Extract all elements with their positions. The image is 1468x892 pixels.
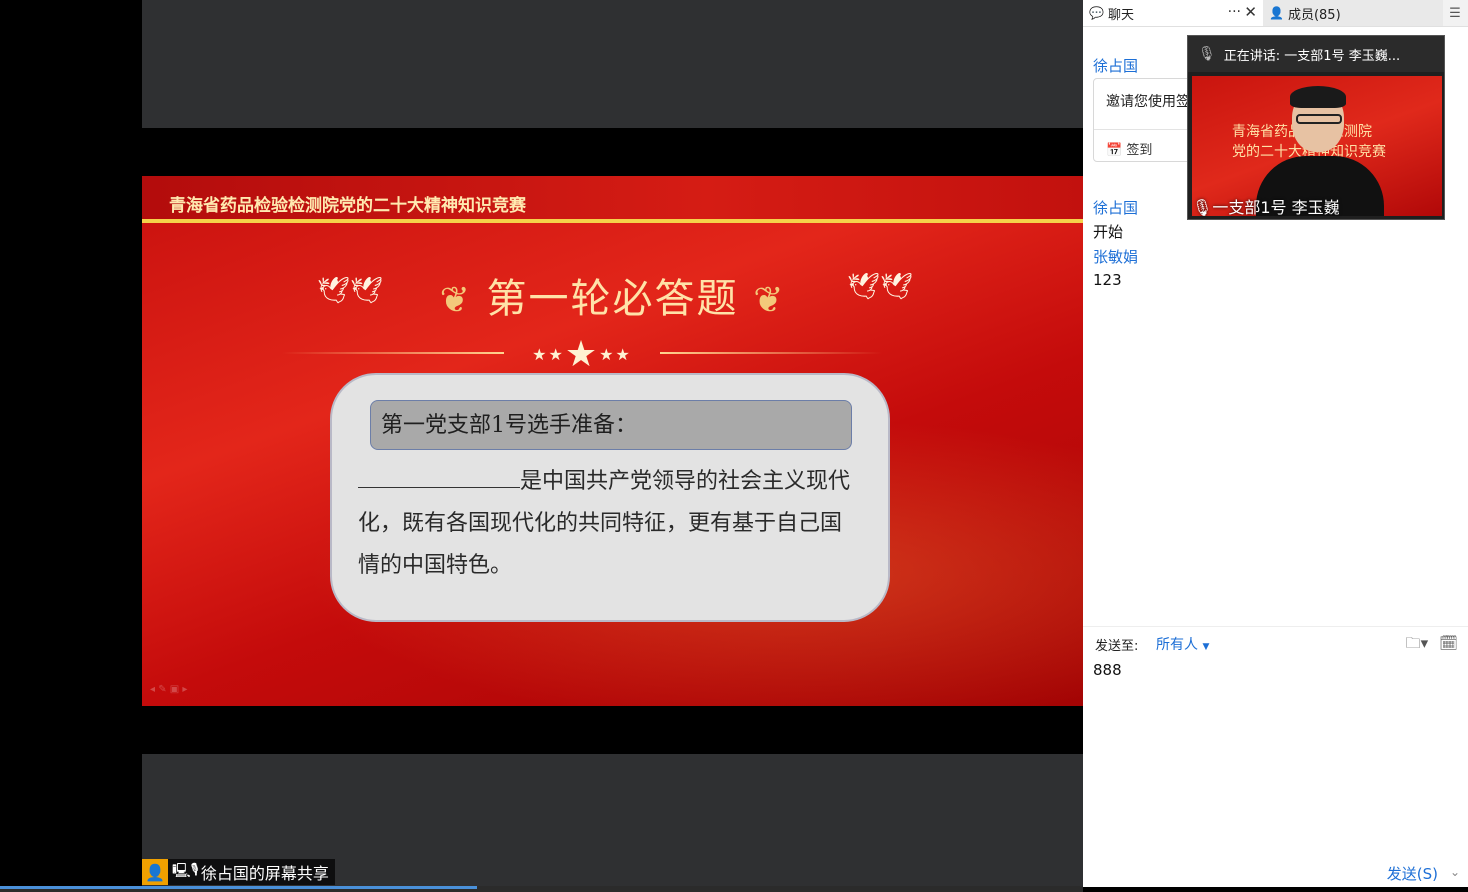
- person-icon: 👤: [1269, 6, 1284, 20]
- chat-sender[interactable]: 徐占国: [1093, 197, 1138, 218]
- more-icon[interactable]: ···: [1228, 4, 1241, 20]
- panel-tabs: 💬 聊天 ··· ✕ 👤 成员(85) ☰: [1083, 0, 1468, 27]
- send-options-chevron-icon[interactable]: ⌄: [1450, 865, 1460, 879]
- tab-members-label: 成员(85): [1287, 7, 1341, 23]
- chat-message: 开始: [1093, 223, 1124, 241]
- chat-icon: 💬: [1089, 6, 1104, 20]
- signin-label: 签到: [1126, 143, 1153, 158]
- divider-right: [660, 352, 882, 354]
- send-to-value: 所有人: [1156, 637, 1198, 653]
- message-composer: 发送至: 所有人 ▼ 🗀▾ 🗓 888 发送(S) ⌄: [1083, 626, 1468, 887]
- tab-chat[interactable]: 💬 聊天 ··· ✕: [1083, 0, 1263, 26]
- person-hair: [1290, 86, 1346, 108]
- round-title: 第一轮必答题: [486, 276, 739, 322]
- video-name-text: 一支部1号 李玉巍: [1212, 198, 1340, 217]
- send-to-select[interactable]: 所有人 ▼: [1156, 634, 1209, 654]
- signin-button[interactable]: 📅 签到: [1106, 139, 1152, 158]
- question-card: 第一党支部1号选手准备： 是中国共产党领导的社会主义现代化，既有各国现代化的共同…: [330, 373, 890, 622]
- laurel-left-icon: ❦: [439, 280, 472, 321]
- chevron-down-icon: ▼: [1202, 642, 1210, 652]
- composer-tools: 🗀▾ 🗓: [1406, 633, 1458, 658]
- slide-toolbar-icons[interactable]: ◂ ✎ ▣ ▸: [150, 684, 187, 695]
- person-glasses: [1296, 114, 1342, 124]
- presentation-slide: 青海省药品检验检测院党的二十大精神知识竞赛 🕊🕊 🕊🕊 ❦ 第一轮必答题 ❦ ★…: [142, 176, 1083, 706]
- chat-sender[interactable]: 徐占国: [1093, 55, 1138, 76]
- invite-text: 邀请您使用签: [1106, 94, 1190, 110]
- bottom-progress-fill: [0, 886, 477, 889]
- question-text-block: 是中国共产党领导的社会主义现代化，既有各国现代化的共同特征，更有基于自己国情的中…: [358, 461, 858, 587]
- laurel-right-icon: ❦: [753, 280, 786, 321]
- panel-menu-icon[interactable]: ☰: [1442, 0, 1468, 26]
- video-participant-name: 🎙一支部1号 李玉巍: [1192, 198, 1340, 217]
- chat-message: 123: [1093, 271, 1122, 289]
- send-to-label: 发送至:: [1095, 639, 1139, 654]
- tab-chat-label: 聊天: [1107, 7, 1134, 23]
- speaking-indicator: 正在讲话: 一支部1号 李玉巍...: [1223, 48, 1401, 64]
- speaker-video-window[interactable]: 🎙 正在讲话: 一支部1号 李玉巍... 青海省药品检验检测院 党的二十大精神知…: [1187, 35, 1445, 220]
- share-label-bar: 👤 🖳🎙 徐占国的屏幕共享: [142, 859, 335, 885]
- share-label: 徐占国的屏幕共享: [200, 864, 329, 883]
- mic-muted-icon: 🎙: [1198, 46, 1216, 62]
- chat-sender[interactable]: 张敏娟: [1093, 246, 1138, 267]
- bottom-progress-track: [0, 886, 1083, 892]
- calendar-check-icon: 📅: [1106, 143, 1123, 158]
- message-input[interactable]: 888: [1093, 661, 1122, 679]
- video-header: 🎙 正在讲话: 一支部1号 李玉巍...: [1188, 36, 1444, 72]
- round-title-row: ❦ 第一轮必答题 ❦: [142, 266, 1083, 324]
- right-panel: 💬 聊天 ··· ✕ 👤 成员(85) ☰ 徐占国 邀请您使用签 📅 签到 徐占…: [1083, 0, 1468, 887]
- send-button[interactable]: 发送(S): [1387, 863, 1438, 884]
- folder-icon[interactable]: 🗀▾: [1406, 634, 1429, 652]
- screenshot-icon[interactable]: 🗓: [1439, 634, 1458, 652]
- slide-header-title: 青海省药品检验检测院党的二十大精神知识竞赛: [169, 196, 526, 216]
- user-avatar-icon: 👤: [142, 859, 168, 885]
- answer-blank: [358, 463, 520, 488]
- screen-share-area[interactable]: 青海省药品检验检测院党的二十大精神知识竞赛 🕊🕊 🕊🕊 ❦ 第一轮必答题 ❦ ★…: [142, 0, 1083, 892]
- divider-left: [282, 352, 504, 354]
- slide-header-gold-line: [142, 219, 1083, 223]
- close-icon[interactable]: ✕: [1244, 3, 1257, 21]
- tab-members[interactable]: 👤 成员(85): [1263, 0, 1443, 26]
- left-black-strip: [0, 0, 142, 892]
- contestant-label: 第一党支部1号选手准备：: [370, 400, 852, 450]
- stars-ornament-icon: ★★★★★: [532, 334, 632, 375]
- screen-mic-icon: 🖳🎙: [172, 863, 199, 879]
